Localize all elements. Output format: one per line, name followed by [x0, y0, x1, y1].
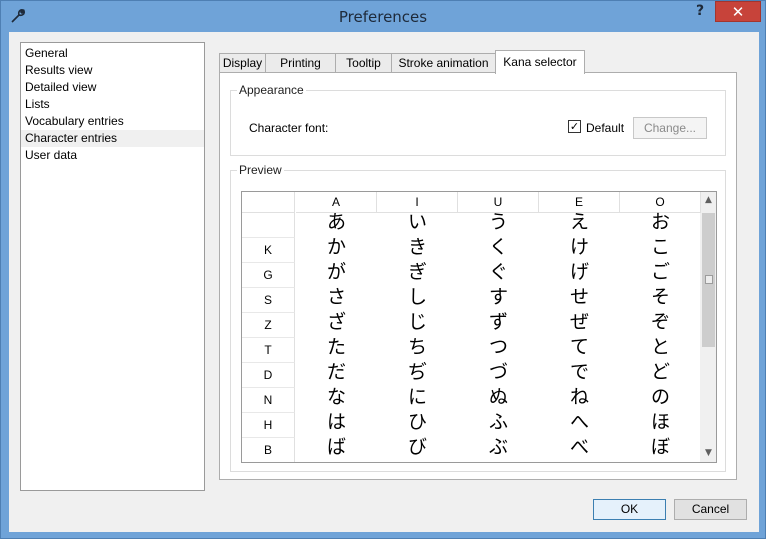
preferences-window: Preferences ? ✕ General Results view Det…	[0, 0, 766, 539]
kana-cell[interactable]: ぞ	[620, 310, 701, 335]
nav-item-vocabulary-entries[interactable]: Vocabulary entries	[21, 113, 204, 130]
category-list[interactable]: General Results view Detailed view Lists…	[20, 42, 205, 491]
preview-title: Preview	[237, 163, 284, 177]
kana-cell[interactable]: す	[458, 285, 539, 310]
cancel-button[interactable]: Cancel	[674, 499, 747, 520]
kana-cell[interactable]: ぐ	[458, 260, 539, 285]
kana-cell[interactable]: に	[377, 385, 458, 410]
nav-item-user-data[interactable]: User data	[21, 147, 204, 164]
checkmark-icon: ✓	[569, 120, 580, 133]
scroll-up-icon[interactable]: ▲	[700, 192, 716, 209]
kana-cell[interactable]: て	[539, 335, 620, 360]
kana-cell[interactable]: か	[296, 235, 377, 260]
kana-cell[interactable]: げ	[539, 260, 620, 285]
close-button[interactable]: ✕	[715, 1, 761, 22]
kana-cell[interactable]: と	[620, 335, 701, 360]
help-button[interactable]: ?	[687, 3, 713, 23]
kana-cell[interactable]: こ	[620, 235, 701, 260]
row-header: T	[242, 338, 295, 363]
kana-cell[interactable]: ち	[377, 335, 458, 360]
kana-cell[interactable]: ど	[620, 360, 701, 385]
kana-cell[interactable]: え	[539, 210, 620, 235]
row-header: D	[242, 363, 295, 388]
kana-cell[interactable]: じ	[377, 310, 458, 335]
nav-item-results-view[interactable]: Results view	[21, 62, 204, 79]
kana-cell[interactable]: く	[458, 235, 539, 260]
kana-table[interactable]: ▲ ▼ AIUEOあいうえおKかきくけこGがぎぐげごSさしすせそZざじずぜぞTた…	[241, 191, 717, 463]
table-corner	[242, 192, 295, 213]
row-header: G	[242, 263, 295, 288]
kana-cell[interactable]: の	[620, 385, 701, 410]
nav-item-general[interactable]: General	[21, 45, 204, 62]
preview-group: Preview ▲ ▼ AIUEOあいうえおKかきくけこGがぎぐげごSさしすせそ…	[230, 163, 726, 472]
kana-cell[interactable]: ふ	[458, 410, 539, 435]
kana-cell[interactable]: つ	[458, 335, 539, 360]
row-header: N	[242, 388, 295, 413]
kana-cell[interactable]: は	[296, 410, 377, 435]
dialog-client-area: General Results view Detailed view Lists…	[9, 32, 759, 532]
kana-cell[interactable]: い	[377, 210, 458, 235]
row-header: Z	[242, 313, 295, 338]
kana-cell[interactable]: た	[296, 335, 377, 360]
kana-cell[interactable]: け	[539, 235, 620, 260]
kana-cell[interactable]: ず	[458, 310, 539, 335]
appearance-group: Appearance Character font: ✓ Default Cha…	[230, 83, 726, 156]
kana-cell[interactable]: お	[620, 210, 701, 235]
tab-printing[interactable]: Printing	[265, 53, 336, 73]
kana-cell[interactable]: ぼ	[620, 435, 701, 460]
kana-cell[interactable]: ほ	[620, 410, 701, 435]
nav-item-detailed-view[interactable]: Detailed view	[21, 79, 204, 96]
kana-cell[interactable]: だ	[296, 360, 377, 385]
default-label[interactable]: Default	[586, 121, 624, 135]
kana-cell[interactable]: が	[296, 260, 377, 285]
kana-cell[interactable]: あ	[296, 210, 377, 235]
nav-item-lists[interactable]: Lists	[21, 96, 204, 113]
kana-cell[interactable]: ぢ	[377, 360, 458, 385]
kana-cell[interactable]: ば	[296, 435, 377, 460]
row-header	[242, 213, 295, 238]
kana-cell[interactable]: う	[458, 210, 539, 235]
kana-cell[interactable]: し	[377, 285, 458, 310]
kana-cell[interactable]: ひ	[377, 410, 458, 435]
window-title: Preferences	[338, 8, 428, 26]
tab-tooltip[interactable]: Tooltip	[335, 53, 392, 73]
default-checkbox[interactable]: ✓	[568, 120, 581, 133]
tab-stroke-animation[interactable]: Stroke animation	[391, 53, 496, 73]
appearance-title: Appearance	[237, 83, 306, 97]
kana-cell[interactable]: づ	[458, 360, 539, 385]
kana-cell[interactable]: ぶ	[458, 435, 539, 460]
kana-cell[interactable]: へ	[539, 410, 620, 435]
change-font-button[interactable]: Change...	[633, 117, 707, 139]
tab-kana-selector[interactable]: Kana selector	[495, 50, 585, 74]
row-header: S	[242, 288, 295, 313]
kana-cell[interactable]: さ	[296, 285, 377, 310]
character-font-label: Character font:	[249, 121, 329, 135]
kana-cell[interactable]: き	[377, 235, 458, 260]
scroll-down-icon[interactable]: ▼	[700, 445, 716, 462]
kana-cell[interactable]: ぜ	[539, 310, 620, 335]
kana-cell[interactable]: せ	[539, 285, 620, 310]
title-bar[interactable]: Preferences ? ✕	[1, 1, 765, 32]
kana-cell[interactable]: ぬ	[458, 385, 539, 410]
vertical-scrollbar[interactable]: ▲ ▼	[700, 192, 716, 462]
kana-cell[interactable]: ご	[620, 260, 701, 285]
kana-cell[interactable]: べ	[539, 435, 620, 460]
tab-display[interactable]: Display	[219, 53, 266, 73]
row-header: B	[242, 438, 295, 462]
kana-cell[interactable]: な	[296, 385, 377, 410]
scroll-thumb[interactable]	[702, 213, 715, 347]
row-header: K	[242, 238, 295, 263]
kana-cell[interactable]: ね	[539, 385, 620, 410]
kana-cell[interactable]: で	[539, 360, 620, 385]
kana-cell[interactable]: そ	[620, 285, 701, 310]
ok-button[interactable]: OK	[593, 499, 666, 520]
kana-selector-panel: Appearance Character font: ✓ Default Cha…	[219, 72, 737, 480]
kana-cell[interactable]: び	[377, 435, 458, 460]
nav-item-character-entries[interactable]: Character entries	[21, 130, 204, 147]
kana-cell[interactable]: ざ	[296, 310, 377, 335]
scroll-grip	[705, 275, 713, 284]
kana-cell[interactable]: ぎ	[377, 260, 458, 285]
row-header: H	[242, 413, 295, 438]
